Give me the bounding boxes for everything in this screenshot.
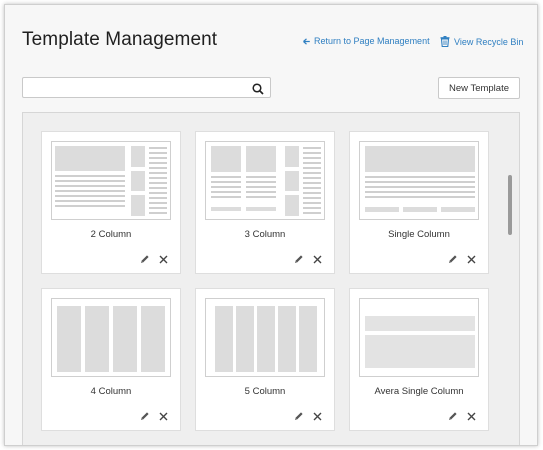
return-to-page-management-link[interactable]: Return to Page Management: [303, 36, 430, 46]
template-name: Avera Single Column: [374, 386, 464, 397]
search-input[interactable]: [23, 79, 243, 98]
arrow-left-icon: [303, 37, 310, 45]
page-title: Template Management: [22, 29, 218, 50]
close-icon[interactable]: [159, 412, 168, 421]
close-icon[interactable]: [467, 412, 476, 421]
template-name: Single Column: [388, 229, 450, 240]
template-card-single-column[interactable]: Single Column: [349, 131, 489, 274]
template-management-window: Template Management Return to Page Manag…: [4, 4, 538, 446]
pencil-icon[interactable]: [294, 254, 304, 264]
recycle-link-label: View Recycle Bin: [454, 36, 524, 47]
template-name: 4 Column: [90, 386, 132, 397]
template-thumbnail: [359, 141, 479, 220]
return-link-label: Return to Page Management: [314, 36, 430, 46]
new-template-button[interactable]: New Template: [438, 77, 520, 99]
close-icon[interactable]: [313, 412, 322, 421]
close-icon[interactable]: [159, 255, 168, 264]
search-icon[interactable]: [252, 82, 264, 100]
template-thumbnail: [205, 298, 325, 377]
gallery-scrollbar[interactable]: [508, 175, 512, 235]
pencil-icon[interactable]: [448, 411, 458, 421]
close-icon[interactable]: [467, 255, 476, 264]
pencil-icon[interactable]: [140, 254, 150, 264]
search-box: [22, 77, 271, 98]
pencil-icon[interactable]: [448, 254, 458, 264]
trash-icon: [440, 36, 450, 47]
template-card-5-column[interactable]: 5 Column: [195, 288, 335, 431]
template-thumbnail: [51, 141, 171, 220]
view-recycle-bin-link[interactable]: View Recycle Bin: [440, 36, 523, 47]
close-icon[interactable]: [313, 255, 322, 264]
template-thumbnail: [359, 298, 479, 377]
template-card-4-column[interactable]: 4 Column: [41, 288, 181, 431]
template-card-3-column[interactable]: 3 Column: [195, 131, 335, 274]
template-card-2-column[interactable]: 2 Column: [41, 131, 181, 274]
template-thumbnail: [51, 298, 171, 377]
template-name: 3 Column: [244, 229, 286, 240]
template-card-avera-single-column[interactable]: Avera Single Column: [349, 288, 489, 431]
pencil-icon[interactable]: [294, 411, 304, 421]
template-name: 2 Column: [90, 229, 132, 240]
pencil-icon[interactable]: [140, 411, 150, 421]
template-name: 5 Column: [244, 386, 286, 397]
template-gallery: 2 Column 3 Column Single Column 4 Column…: [22, 112, 520, 445]
template-thumbnail: [205, 141, 325, 220]
